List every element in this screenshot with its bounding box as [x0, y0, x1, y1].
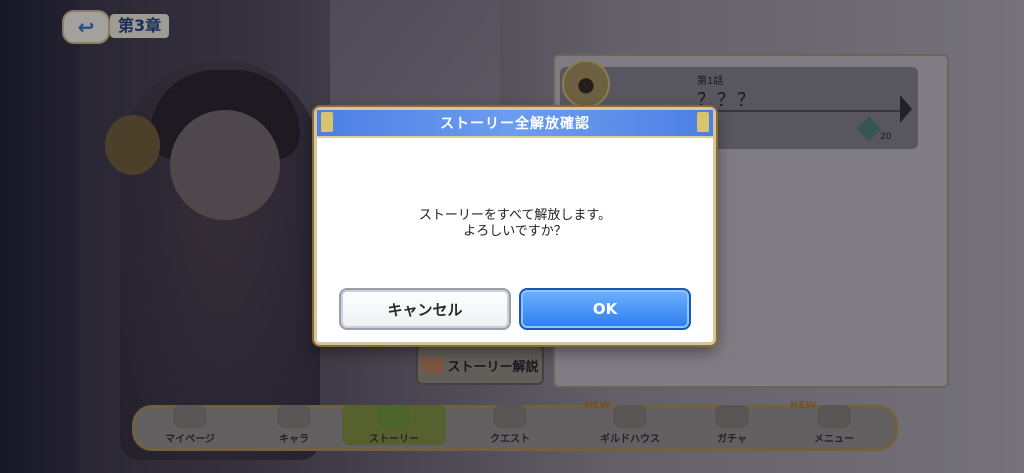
dialog-message: ストーリーをすべて解放します。 よろしいですか？ [317, 208, 713, 240]
confirm-dialog: ストーリー全解放確認 ストーリーをすべて解放します。 よろしいですか？ キャンセ… [314, 107, 716, 345]
dialog-message-line2: よろしいですか？ [463, 224, 567, 239]
cancel-button[interactable]: キャンセル [339, 288, 511, 330]
ornament-icon [321, 112, 333, 132]
dialog-title: ストーリー全解放確認 [440, 116, 590, 132]
ornament-icon [697, 112, 709, 132]
dialog-message-line1: ストーリーをすべて解放します。 [418, 208, 612, 223]
dialog-header: ストーリー全解放確認 [317, 110, 713, 138]
ok-button[interactable]: OK [519, 288, 691, 330]
